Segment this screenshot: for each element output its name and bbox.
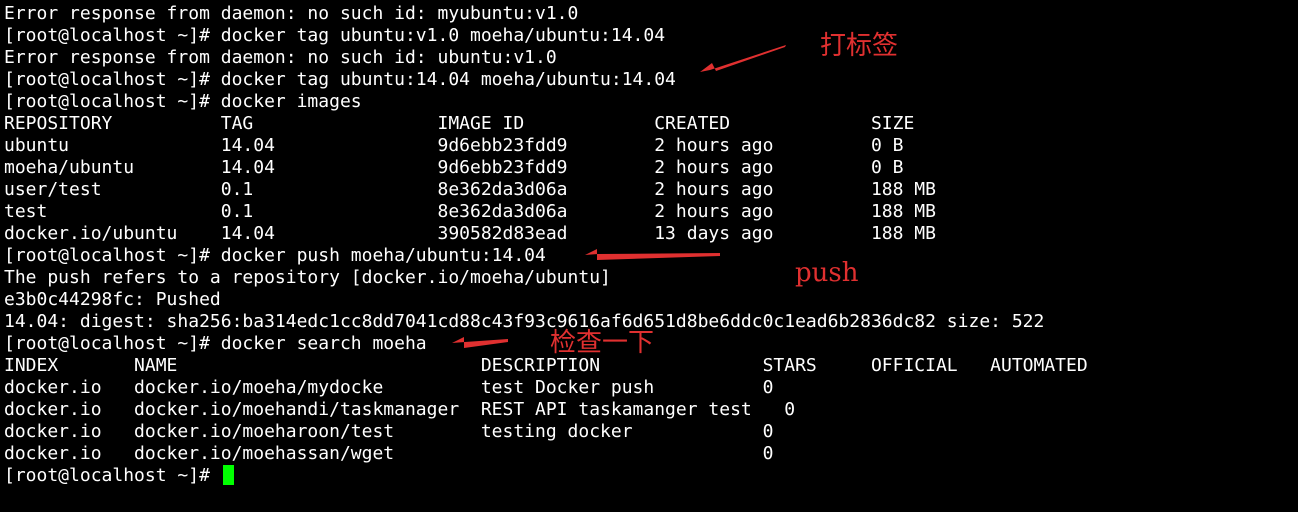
terminal-line: docker.io docker.io/moehassan/wget 0 [4, 443, 774, 464]
tag-arrow-icon [700, 45, 786, 72]
terminal-line: [root@localhost ~]# docker images [4, 91, 362, 112]
terminal-line: [root@localhost ~]# docker tag ubuntu:14… [4, 69, 676, 90]
search-arrow-icon [452, 337, 508, 348]
terminal-cursor [222, 465, 234, 485]
search-annotation: 检查一下 [550, 328, 655, 358]
push-arrow-icon [585, 249, 720, 260]
terminal-line: docker.io docker.io/moeharoon/test testi… [4, 421, 774, 442]
terminal-line: ubuntu 14.04 9d6ebb23fdd9 2 hours ago 0 … [4, 135, 904, 156]
tag-annotation: 打标签 [820, 31, 899, 61]
terminal-line: user/test 0.1 8e362da3d06a 2 hours ago 1… [4, 179, 936, 200]
terminal-line: REPOSITORY TAG IMAGE ID CREATED SIZE [4, 113, 915, 134]
terminal-line: docker.io/ubuntu 14.04 390582d83ead 13 d… [4, 223, 936, 244]
terminal-line: e3b0c44298fc: Pushed [4, 289, 221, 310]
terminal-prompt-line[interactable]: [root@localhost ~]# [4, 465, 234, 487]
terminal-line: docker.io docker.io/moehandi/taskmanager… [4, 399, 796, 420]
terminal-line: Error response from daemon: no such id: … [4, 3, 579, 24]
terminal-line: INDEX NAME DESCRIPTION STARS OFFICIAL AU… [4, 355, 1088, 376]
terminal-line: 14.04: digest: sha256:ba314edc1cc8dd7041… [4, 311, 1045, 332]
terminal-line: [root@localhost ~]# docker tag ubuntu:v1… [4, 25, 666, 46]
terminal-line: [root@localhost ~]# docker push moeha/ub… [4, 245, 546, 266]
terminal-line: The push refers to a repository [docker.… [4, 267, 611, 288]
push-annotation: push [795, 258, 859, 288]
terminal-line: moeha/ubuntu 14.04 9d6ebb23fdd9 2 hours … [4, 157, 904, 178]
terminal-line: [root@localhost ~]# docker search moeha [4, 333, 427, 354]
terminal-line: Error response from daemon: no such id: … [4, 47, 557, 68]
terminal-window[interactable]: Error response from daemon: no such id: … [0, 0, 1298, 512]
terminal-line: test 0.1 8e362da3d06a 2 hours ago 188 MB [4, 201, 936, 222]
terminal-line: docker.io docker.io/moeha/mydocke test D… [4, 377, 774, 398]
terminal-prompt: [root@localhost ~]# [4, 465, 221, 486]
